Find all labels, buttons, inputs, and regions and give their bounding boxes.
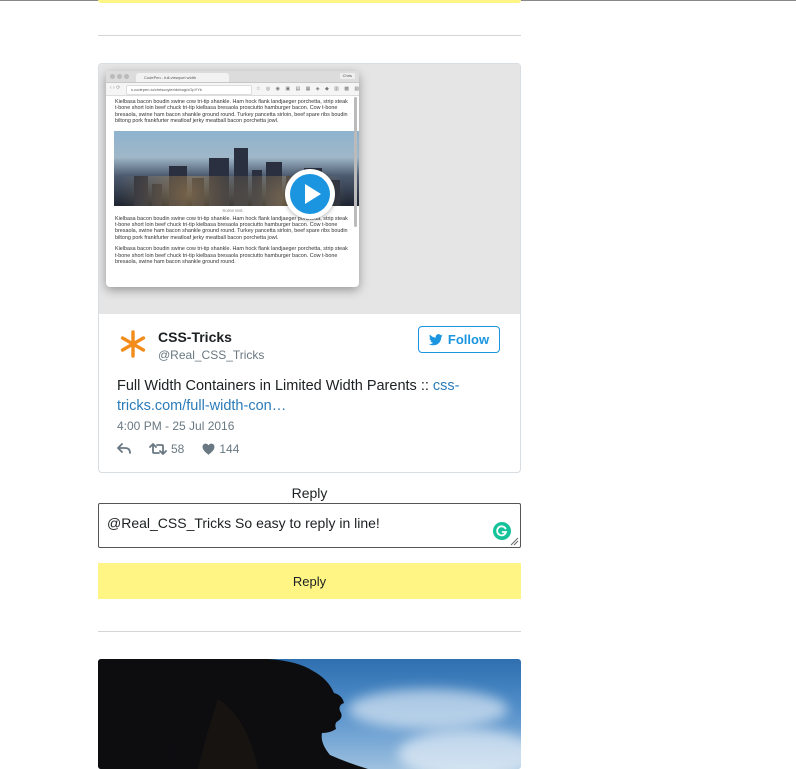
css-tricks-logo-icon[interactable] (117, 328, 149, 360)
previous-reply-button-edge[interactable] (98, 0, 521, 3)
tweet-media-video[interactable]: CodePen - full-viewport width Chris ‹ › … (99, 64, 520, 314)
woman-silhouette (98, 659, 368, 769)
video-paragraph-3: Kielbasa bacon boudin swine cow tri-tip … (115, 246, 348, 266)
browser-toolbar: ‹ › ⟳ s.codepen.io/chriscoyier/debug/xOp… (106, 83, 359, 96)
reply-button[interactable]: Reply (98, 563, 521, 599)
retweet-count: 58 (171, 442, 185, 456)
tweet-author-name[interactable]: CSS-Tricks (158, 329, 232, 345)
like-count: 144 (219, 442, 240, 456)
browser-tab: CodePen - full-viewport width (136, 73, 229, 82)
tweet-actions: 58 144 (117, 442, 257, 456)
browser-url: s.codepen.io/chriscoyier/debug/xOpYYk (126, 85, 252, 95)
divider (98, 35, 521, 36)
browser-extension-icons: ☆ ◎ ◉ ▣ ▤ ▦ ◈ ◆ ▥ ▩ ▧ ⋮ (256, 86, 359, 92)
grammarly-icon[interactable] (493, 522, 511, 540)
twitter-bird-icon (428, 333, 443, 345)
browser-user: Chris (339, 73, 355, 79)
heart-icon (202, 443, 215, 455)
embedded-tweet: CodePen - full-viewport width Chris ‹ › … (98, 63, 521, 473)
follow-button[interactable]: Follow (418, 326, 500, 353)
retweet-icon (149, 443, 167, 455)
next-post-image[interactable] (98, 659, 521, 769)
video-paragraph-1: Kielbasa bacon boudin swine cow tri-tip … (115, 99, 348, 125)
tweet-text-content: Full Width Containers in Limited Width P… (117, 378, 433, 394)
browser-titlebar: CodePen - full-viewport width Chris (106, 71, 359, 83)
tweet-author-handle[interactable]: @Real_CSS_Tricks (158, 348, 264, 362)
browser-scrollbar (354, 97, 357, 227)
resize-handle-icon[interactable] (510, 537, 519, 546)
reply-textarea[interactable]: @Real_CSS_Tricks So easy to reply in lin… (98, 503, 521, 548)
like-action[interactable]: 144 (202, 442, 239, 456)
tweet-text: Full Width Containers in Limited Width P… (117, 376, 477, 416)
follow-label: Follow (447, 332, 490, 347)
tweet-timestamp[interactable]: 4:00 PM - 25 Jul 2016 (117, 419, 234, 433)
divider (98, 631, 521, 632)
play-icon (290, 174, 330, 214)
play-button[interactable] (285, 169, 335, 219)
video-paragraph-2: Kielbasa bacon boudin swine cow tri-tip … (115, 215, 348, 241)
retweet-action[interactable]: 58 (149, 442, 184, 456)
reply-arrow-icon (117, 443, 131, 454)
reply-action[interactable] (117, 443, 131, 455)
reply-label: Reply (291, 485, 328, 501)
